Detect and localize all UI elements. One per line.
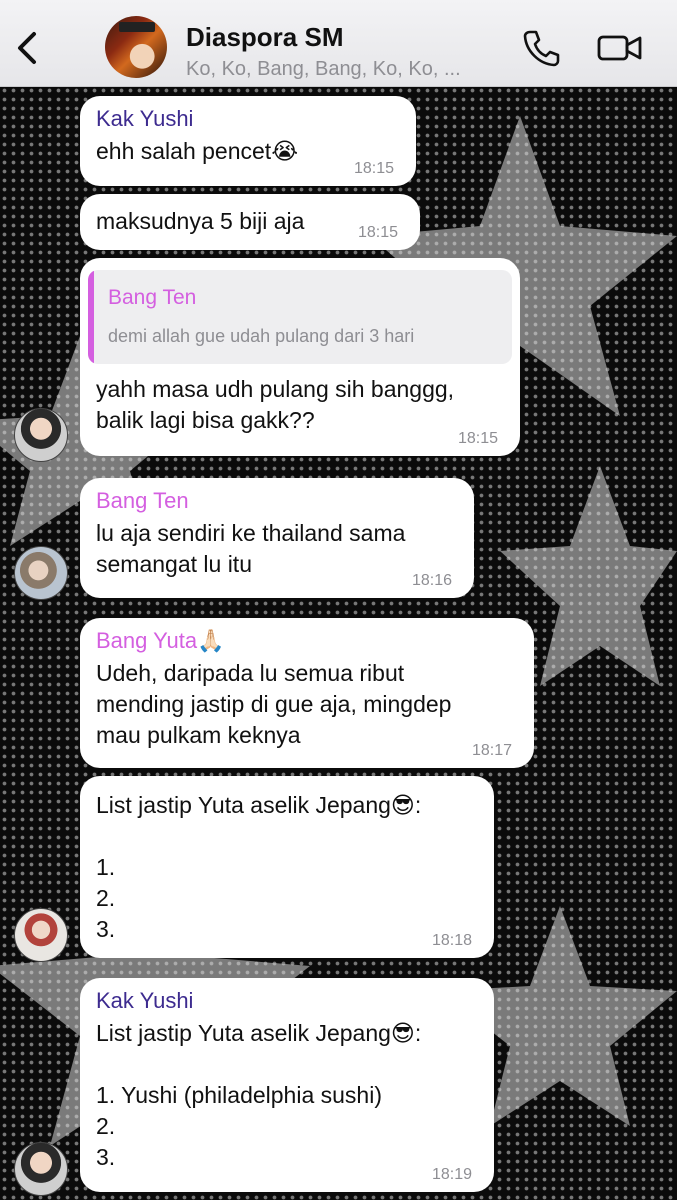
message-bubble[interactable]: Bang Ten lu aja sendiri ke thailand sama…: [80, 478, 474, 598]
message-sender: Kak Yushi: [96, 988, 194, 1013]
message-text: Udeh, daripada lu semua ribut mending ja…: [96, 660, 452, 748]
avatar[interactable]: [14, 546, 68, 600]
chat-header: Diaspora SM Ko, Ko, Bang, Bang, Ko, Ko, …: [0, 0, 677, 87]
chat-title[interactable]: Diaspora SM: [186, 22, 344, 53]
reply-quote[interactable]: Bang Ten demi allah gue udah pulang dari…: [88, 270, 512, 364]
message-time: 18:16: [411, 572, 452, 589]
group-avatar[interactable]: [105, 16, 167, 78]
message-time: 18:17: [471, 742, 512, 759]
message-sender: Kak Yushi: [96, 106, 194, 131]
video-call-icon[interactable]: [596, 30, 644, 66]
message-bubble[interactable]: Bang Ten demi allah gue udah pulang dari…: [80, 258, 520, 456]
message-bubble[interactable]: Bang Yuta🙏🏻 Udeh, daripada lu semua ribu…: [80, 618, 534, 768]
reply-quote-bar: [88, 270, 94, 364]
chat-members-subtitle[interactable]: Ko, Ko, Bang, Bang, Ko, Ko, ...: [186, 58, 461, 81]
message-time: 18:15: [357, 224, 398, 241]
message-time: 18:18: [431, 932, 472, 949]
message-sender: Bang Ten: [96, 488, 189, 513]
avatar[interactable]: [14, 408, 68, 462]
message-bubble[interactable]: maksudnya 5 biji aja 18:15: [80, 194, 420, 250]
phone-call-icon[interactable]: [521, 28, 561, 68]
avatar[interactable]: [14, 1142, 68, 1196]
reply-quote-sender: Bang Ten: [108, 286, 197, 309]
message-time: 18:19: [431, 1166, 472, 1183]
message-bubble[interactable]: Kak Yushi List jastip Yuta aselik Jepang…: [80, 978, 494, 1192]
message-time: 18:15: [457, 430, 498, 447]
message-text: yahh masa udh pulang sih banggg, balik l…: [96, 376, 455, 433]
message-time: 18:15: [353, 160, 394, 177]
back-chevron-icon[interactable]: [14, 28, 42, 68]
message-sender: Bang Yuta🙏🏻: [96, 628, 225, 653]
message-bubble[interactable]: Kak Yushi ehh salah pencet😭 18:15: [80, 96, 416, 186]
reply-quote-text: demi allah gue udah pulang dari 3 hari: [108, 326, 415, 346]
avatar[interactable]: [14, 908, 68, 962]
message-text: List jastip Yuta aselik Jepang😎: 1. Yush…: [96, 1020, 422, 1170]
message-text: lu aja sendiri ke thailand sama semangat…: [96, 520, 406, 577]
message-bubble[interactable]: List jastip Yuta aselik Jepang😎: 1. 2. 3…: [80, 776, 494, 958]
message-text: List jastip Yuta aselik Jepang😎: 1. 2. 3…: [96, 792, 422, 942]
